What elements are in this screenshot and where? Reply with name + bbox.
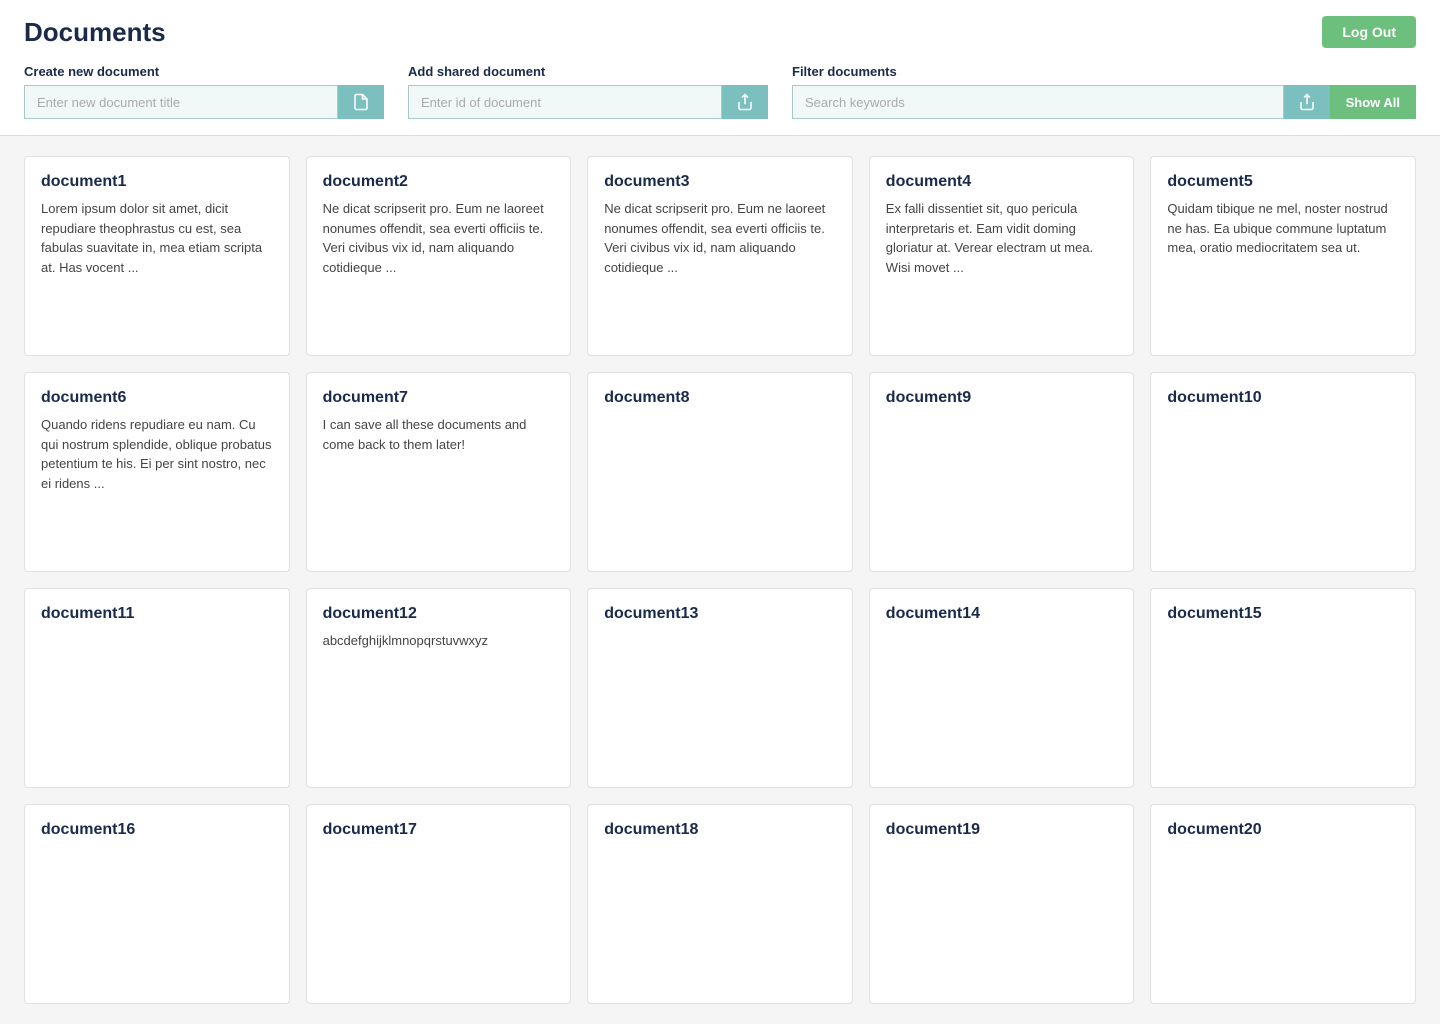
- doc-card[interactable]: document13: [587, 588, 853, 788]
- doc-card-title: document15: [1167, 605, 1399, 623]
- filter-documents-section: Filter documents Show All: [792, 64, 1416, 119]
- doc-card[interactable]: document20: [1150, 804, 1416, 1004]
- doc-card[interactable]: document15: [1150, 588, 1416, 788]
- doc-card[interactable]: document4 Ex falli dissentiet sit, quo pe…: [869, 156, 1135, 356]
- create-label: Create new document: [24, 64, 384, 79]
- doc-card-title: document17: [323, 821, 555, 839]
- doc-card-body: Ne dicat scripserit pro. Eum ne laoreet …: [604, 199, 836, 277]
- add-shared-document-section: Add shared document: [408, 64, 768, 119]
- doc-card-title: document6: [41, 389, 273, 407]
- upload-icon: [1298, 93, 1316, 111]
- doc-card-title: document20: [1167, 821, 1399, 839]
- document-id-input[interactable]: [408, 85, 722, 119]
- doc-card-title: document8: [604, 389, 836, 407]
- shared-input-group: [408, 85, 768, 119]
- doc-card[interactable]: document17: [306, 804, 572, 1004]
- share-icon: [736, 93, 754, 111]
- new-document-title-input[interactable]: [24, 85, 338, 119]
- header: Documents Log Out Create new document Ad…: [0, 0, 1440, 136]
- doc-card-body: Lorem ipsum dolor sit amet, dicit repudi…: [41, 199, 273, 277]
- doc-card[interactable]: document19: [869, 804, 1135, 1004]
- doc-card-title: document7: [323, 389, 555, 407]
- documents-grid: document1 Lorem ipsum dolor sit amet, dic…: [0, 136, 1440, 1024]
- doc-card-body: abcdefghijklmnopqrstuvwxyz: [323, 631, 555, 651]
- doc-card-title: document1: [41, 173, 273, 191]
- doc-card[interactable]: document3 Ne dicat scripserit pro. Eum ne…: [587, 156, 853, 356]
- page-title: Documents: [24, 17, 166, 48]
- doc-card[interactable]: document11: [24, 588, 290, 788]
- doc-card[interactable]: document5 Quidam tibique ne mel, noster n…: [1150, 156, 1416, 356]
- doc-card[interactable]: document7 I can save all these documents …: [306, 372, 572, 572]
- doc-card-body: Ne dicat scripserit pro. Eum ne laoreet …: [323, 199, 555, 277]
- header-top: Documents Log Out: [24, 16, 1416, 48]
- filter-label: Filter documents: [792, 64, 1416, 79]
- create-document-section: Create new document: [24, 64, 384, 119]
- doc-card-title: document3: [604, 173, 836, 191]
- doc-card-title: document16: [41, 821, 273, 839]
- doc-card-title: document4: [886, 173, 1118, 191]
- create-input-group: [24, 85, 384, 119]
- doc-card[interactable]: document8: [587, 372, 853, 572]
- create-document-button[interactable]: [338, 85, 384, 119]
- doc-card[interactable]: document1 Lorem ipsum dolor sit amet, dic…: [24, 156, 290, 356]
- doc-card-title: document10: [1167, 389, 1399, 407]
- doc-card[interactable]: document18: [587, 804, 853, 1004]
- doc-card[interactable]: document2 Ne dicat scripserit pro. Eum ne…: [306, 156, 572, 356]
- toolbar: Create new document Add shared document: [24, 64, 1416, 135]
- doc-card-title: document2: [323, 173, 555, 191]
- doc-card-body: Quando ridens repudiare eu nam. Cu qui n…: [41, 415, 273, 493]
- doc-card-body: Ex falli dissentiet sit, quo pericula in…: [886, 199, 1118, 277]
- filter-input-group: Show All: [792, 85, 1416, 119]
- doc-card[interactable]: document16: [24, 804, 290, 1004]
- doc-card[interactable]: document14: [869, 588, 1135, 788]
- doc-card-title: document18: [604, 821, 836, 839]
- doc-card-body: Quidam tibique ne mel, noster nostrud ne…: [1167, 199, 1399, 258]
- doc-card-title: document9: [886, 389, 1118, 407]
- doc-card[interactable]: document10: [1150, 372, 1416, 572]
- show-all-button[interactable]: Show All: [1330, 85, 1416, 119]
- doc-card-body: I can save all these documents and come …: [323, 415, 555, 454]
- doc-card-title: document13: [604, 605, 836, 623]
- search-keywords-input[interactable]: [792, 85, 1284, 119]
- shared-label: Add shared document: [408, 64, 768, 79]
- logout-button[interactable]: Log Out: [1322, 16, 1416, 48]
- doc-card-title: document19: [886, 821, 1118, 839]
- file-icon: [352, 93, 370, 111]
- doc-card-title: document11: [41, 605, 273, 623]
- add-shared-button[interactable]: [722, 85, 768, 119]
- doc-card[interactable]: document12 abcdefghijklmnopqrstuvwxyz: [306, 588, 572, 788]
- doc-card-title: document5: [1167, 173, 1399, 191]
- doc-card[interactable]: document6 Quando ridens repudiare eu nam.…: [24, 372, 290, 572]
- filter-search-button[interactable]: [1284, 85, 1330, 119]
- doc-card[interactable]: document9: [869, 372, 1135, 572]
- doc-card-title: document12: [323, 605, 555, 623]
- doc-card-title: document14: [886, 605, 1118, 623]
